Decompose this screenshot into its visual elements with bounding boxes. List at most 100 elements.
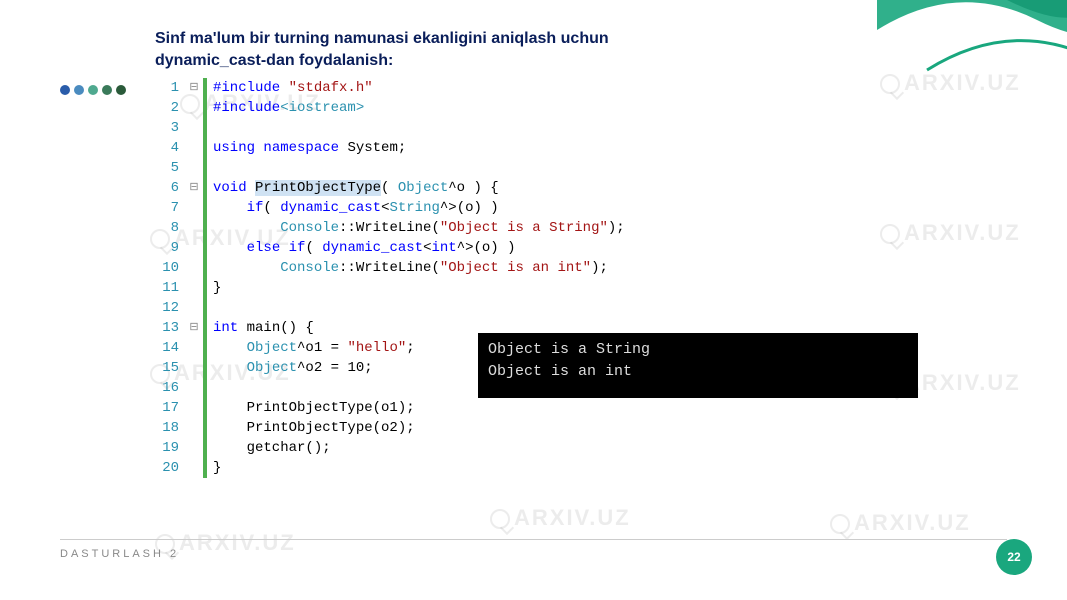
fold-marker — [185, 218, 203, 238]
code-content: if( dynamic_cast<String^>(o) ) — [213, 198, 499, 218]
fold-marker — [185, 298, 203, 318]
change-bar — [203, 378, 207, 398]
code-content: PrintObjectType(o2); — [213, 418, 415, 438]
line-number: 4 — [155, 138, 185, 158]
dot — [74, 85, 84, 95]
line-number: 2 — [155, 98, 185, 118]
change-bar — [203, 178, 207, 198]
code-line: 8 Console::WriteLine("Object is a String… — [155, 218, 915, 238]
fold-marker — [185, 158, 203, 178]
fold-marker — [185, 338, 203, 358]
fold-marker — [185, 138, 203, 158]
slide-title: Sinf ma'lum bir turning namunasi ekanlig… — [155, 28, 675, 71]
footer-text: DASTURLASH 2 — [60, 548, 179, 560]
fold-marker: ⊟ — [185, 318, 203, 338]
fold-marker — [185, 238, 203, 258]
line-number: 14 — [155, 338, 185, 358]
fold-marker — [185, 458, 203, 478]
code-content: int main() { — [213, 318, 314, 338]
line-number: 15 — [155, 358, 185, 378]
code-line: 1⊟ #include "stdafx.h" — [155, 78, 915, 98]
change-bar — [203, 238, 207, 258]
change-bar — [203, 398, 207, 418]
change-bar — [203, 458, 207, 478]
code-content: Object^o2 = 10; — [213, 358, 373, 378]
code-line: 9 else if( dynamic_cast<int^>(o) ) — [155, 238, 915, 258]
line-number: 18 — [155, 418, 185, 438]
fold-marker: ⊟ — [185, 78, 203, 98]
line-number: 10 — [155, 258, 185, 278]
line-number: 12 — [155, 298, 185, 318]
code-content: PrintObjectType(o1); — [213, 398, 415, 418]
change-bar — [203, 278, 207, 298]
code-content: Console::WriteLine("Object is an int"); — [213, 258, 608, 278]
dot — [60, 85, 70, 95]
watermark: ARXIV.UZ — [830, 510, 971, 536]
change-bar — [203, 438, 207, 458]
change-bar — [203, 258, 207, 278]
code-line: 4 using namespace System; — [155, 138, 915, 158]
fold-marker — [185, 358, 203, 378]
change-bar — [203, 358, 207, 378]
code-content: } — [213, 458, 221, 478]
dot — [102, 85, 112, 95]
fold-marker — [185, 398, 203, 418]
code-line: 19 getchar(); — [155, 438, 915, 458]
change-bar — [203, 338, 207, 358]
code-content: getchar(); — [213, 438, 331, 458]
code-content: void PrintObjectType( Object^o ) { — [213, 178, 499, 198]
code-line: 5 — [155, 158, 915, 178]
line-number: 20 — [155, 458, 185, 478]
page-number-badge: 22 — [996, 539, 1032, 575]
fold-marker: ⊟ — [185, 178, 203, 198]
change-bar — [203, 158, 207, 178]
line-number: 13 — [155, 318, 185, 338]
code-line: 17 PrintObjectType(o1); — [155, 398, 915, 418]
change-bar — [203, 138, 207, 158]
dot — [88, 85, 98, 95]
code-content: using namespace System; — [213, 138, 406, 158]
line-number: 3 — [155, 118, 185, 138]
fold-marker — [185, 438, 203, 458]
line-number: 6 — [155, 178, 185, 198]
line-number: 17 — [155, 398, 185, 418]
change-bar — [203, 218, 207, 238]
fold-marker — [185, 198, 203, 218]
fold-marker — [185, 378, 203, 398]
code-content: else if( dynamic_cast<int^>(o) ) — [213, 238, 516, 258]
fold-marker — [185, 418, 203, 438]
console-line: Object is an int — [488, 361, 908, 383]
line-number: 8 — [155, 218, 185, 238]
code-content: } — [213, 278, 221, 298]
code-content: Console::WriteLine("Object is a String")… — [213, 218, 625, 238]
code-content: #include "stdafx.h" — [213, 78, 373, 98]
line-number: 11 — [155, 278, 185, 298]
code-line: 11} — [155, 278, 915, 298]
change-bar — [203, 118, 207, 138]
code-line: 12 — [155, 298, 915, 318]
line-number: 7 — [155, 198, 185, 218]
decorative-dots — [60, 82, 130, 100]
console-line: Object is a String — [488, 339, 908, 361]
change-bar — [203, 418, 207, 438]
footer-divider — [60, 539, 1007, 540]
change-bar — [203, 318, 207, 338]
fold-marker — [185, 278, 203, 298]
code-line: 7 if( dynamic_cast<String^>(o) ) — [155, 198, 915, 218]
change-bar — [203, 198, 207, 218]
code-block: 1⊟#include "stdafx.h"2#include<iostream>… — [155, 78, 915, 478]
fold-marker — [185, 258, 203, 278]
line-number: 19 — [155, 438, 185, 458]
code-line: 18 PrintObjectType(o2); — [155, 418, 915, 438]
console-output: Object is a StringObject is an int — [478, 333, 918, 398]
code-line: 6⊟ void PrintObjectType( Object^o ) { — [155, 178, 915, 198]
change-bar — [203, 78, 207, 98]
code-line: 20} — [155, 458, 915, 478]
code-content: Object^o1 = "hello"; — [213, 338, 415, 358]
watermark: ARXIV.UZ — [490, 505, 631, 531]
code-content: #include<iostream> — [213, 98, 364, 118]
line-number: 1 — [155, 78, 185, 98]
code-line: 10 Console::WriteLine("Object is an int"… — [155, 258, 915, 278]
fold-marker — [185, 98, 203, 118]
dot — [116, 85, 126, 95]
